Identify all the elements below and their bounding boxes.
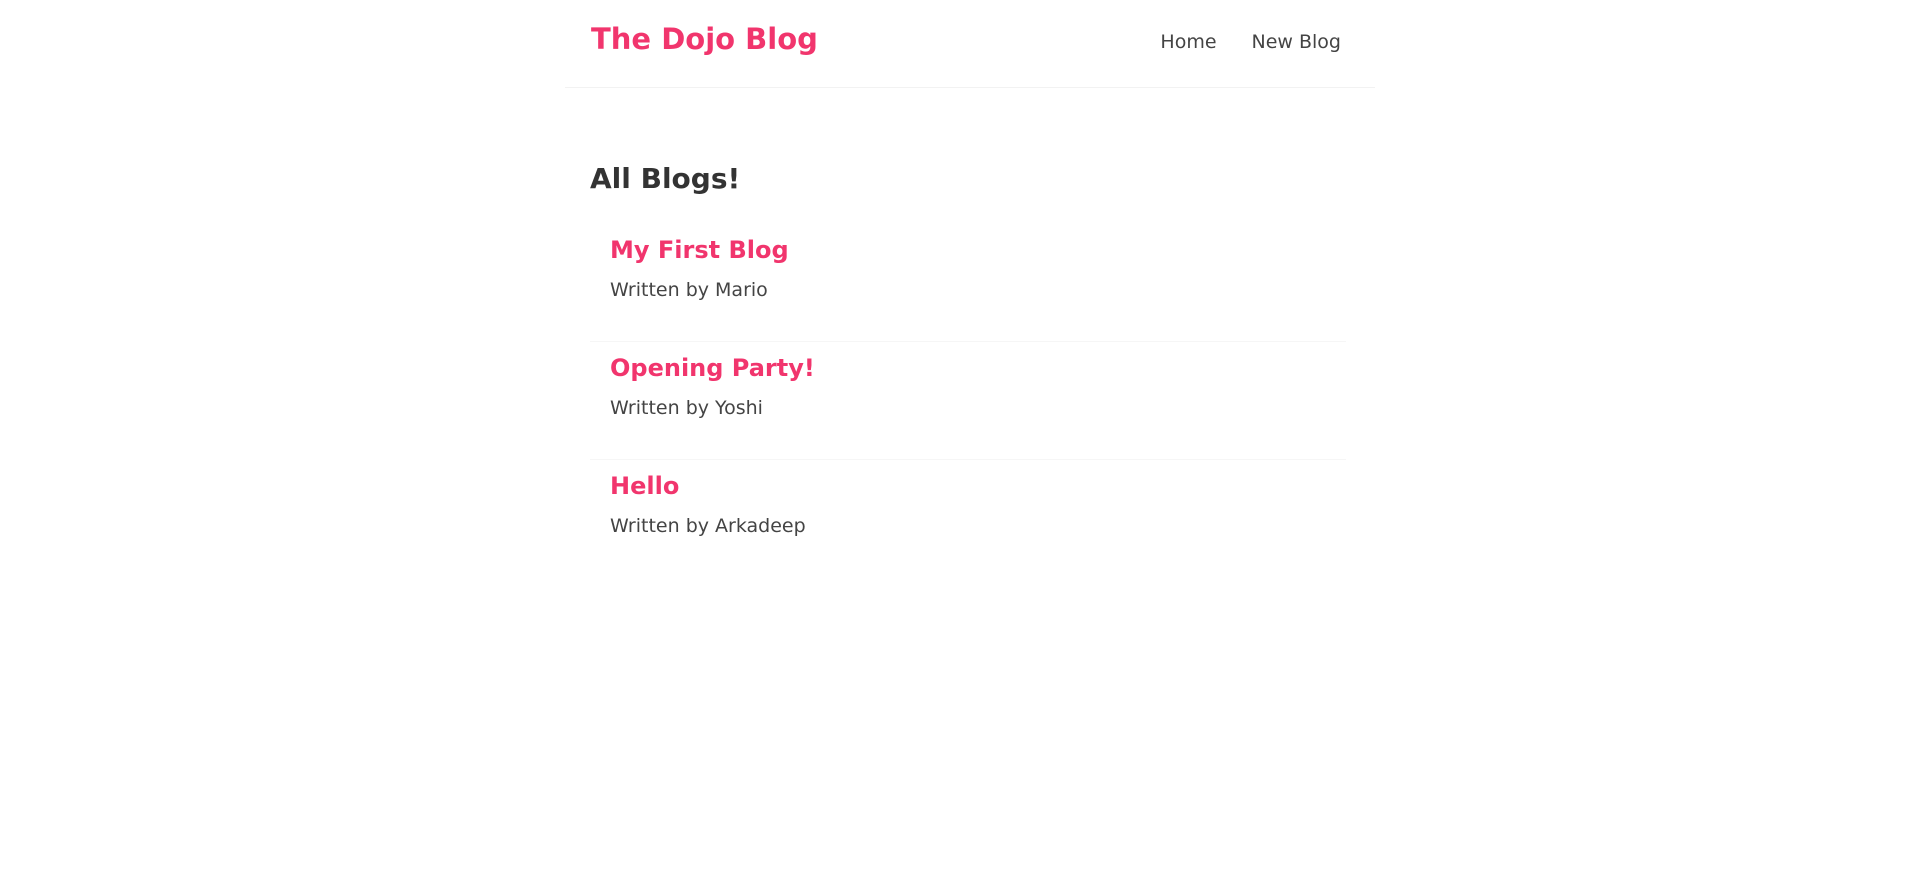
- nav-links: Home New Blog: [1160, 31, 1341, 54]
- blog-preview[interactable]: Hello Written by Arkadeep: [590, 460, 1346, 578]
- navbar: The Dojo Blog Home New Blog: [565, 0, 1375, 88]
- page-title: All Blogs!: [590, 162, 741, 195]
- blog-author: Written by Mario: [610, 278, 768, 301]
- site-title[interactable]: The Dojo Blog: [591, 22, 818, 57]
- blog-list: My First Blog Written by Mario Opening P…: [590, 224, 1346, 578]
- page: The Dojo Blog Home New Blog All Blogs! M…: [0, 0, 1920, 875]
- nav-link-new-blog[interactable]: New Blog: [1252, 31, 1341, 54]
- blog-title-link[interactable]: My First Blog: [610, 236, 789, 265]
- blog-author: Written by Arkadeep: [610, 514, 806, 537]
- blog-preview[interactable]: My First Blog Written by Mario: [590, 224, 1346, 342]
- blog-author: Written by Yoshi: [610, 396, 763, 419]
- blog-title-link[interactable]: Hello: [610, 472, 679, 501]
- blog-title-link[interactable]: Opening Party!: [610, 354, 815, 383]
- nav-link-home[interactable]: Home: [1160, 31, 1216, 54]
- blog-preview[interactable]: Opening Party! Written by Yoshi: [590, 342, 1346, 460]
- main-content: All Blogs! My First Blog Written by Mari…: [590, 162, 1346, 578]
